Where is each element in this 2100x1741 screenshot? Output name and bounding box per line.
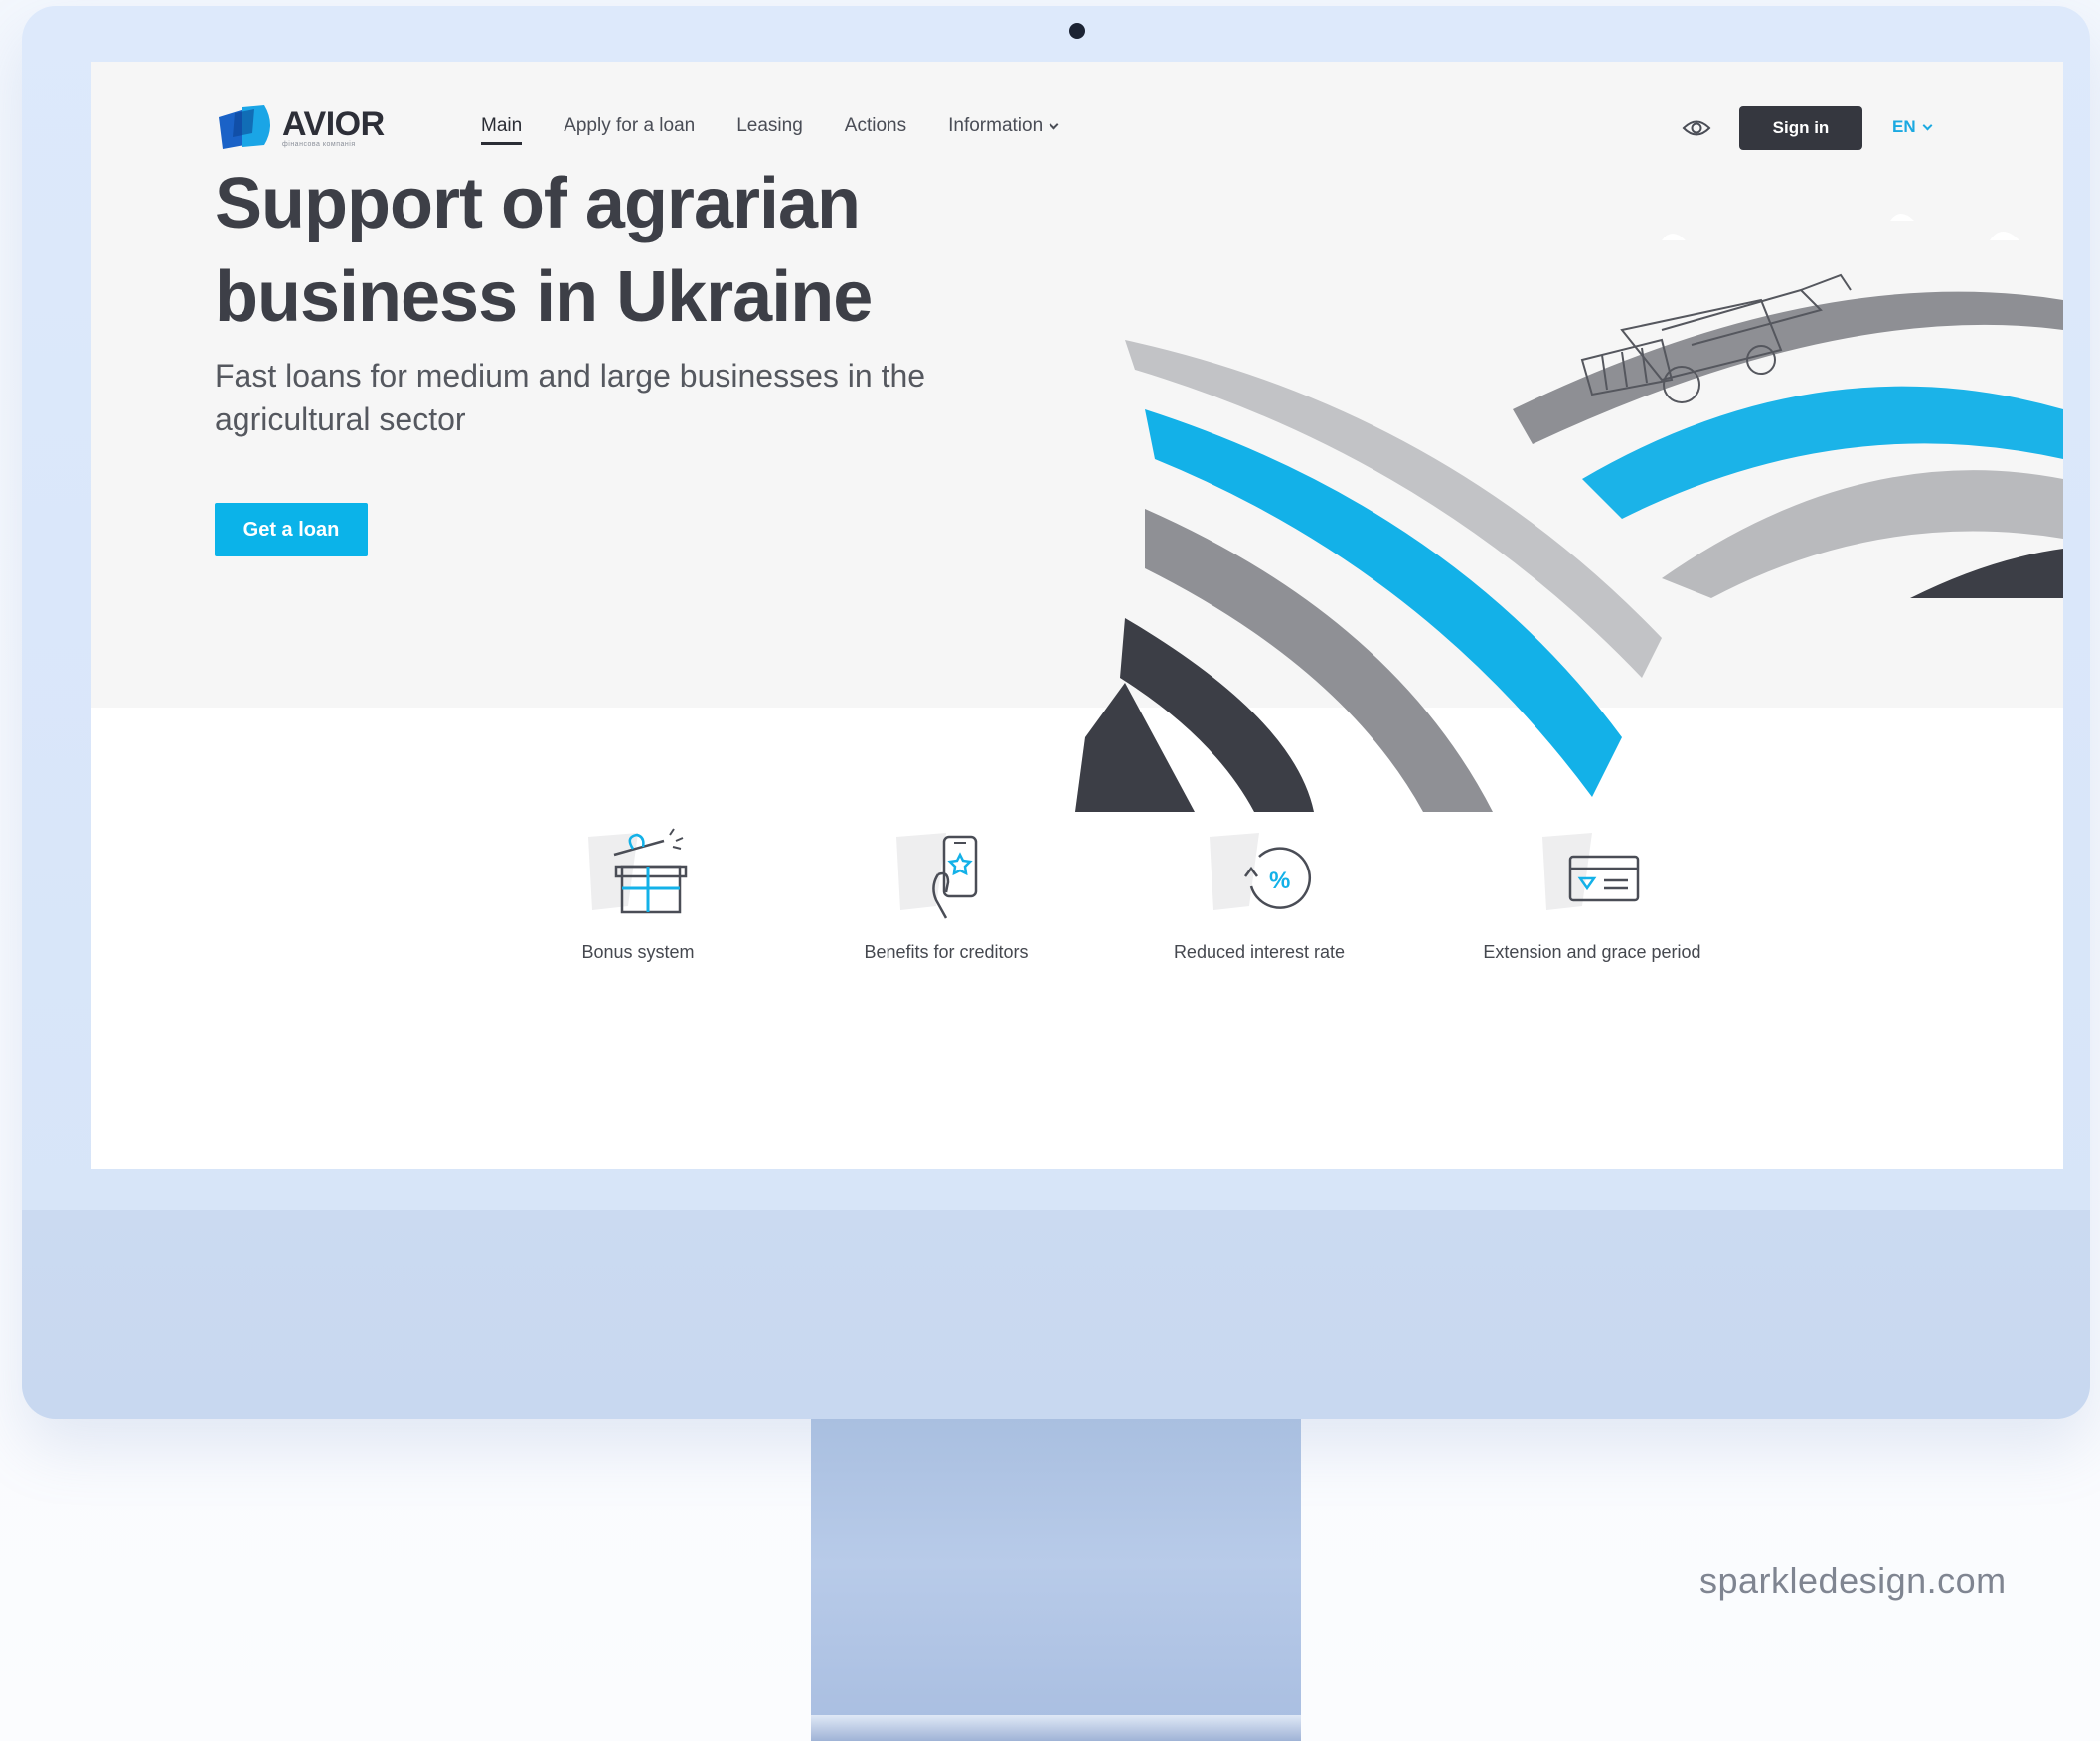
camera-dot bbox=[1069, 23, 1085, 39]
website-screen: AVIOR фінансова компанія Main Apply for … bbox=[91, 62, 2063, 1169]
monitor-stand bbox=[811, 1419, 1301, 1741]
brand-tagline: фінансова компанія bbox=[282, 140, 356, 148]
language-code: EN bbox=[1892, 117, 1916, 136]
field-illustration bbox=[1075, 214, 2063, 812]
nav-actions[interactable]: Actions bbox=[845, 115, 906, 145]
feature-reduced-interest-rate[interactable]: % Reduced interest rate bbox=[1140, 827, 1378, 964]
feature-label: Bonus system bbox=[581, 942, 695, 962]
sign-in-button[interactable]: Sign in bbox=[1739, 106, 1862, 150]
brand-name: AVIOR bbox=[282, 104, 385, 143]
feature-label: Extension and grace period bbox=[1483, 942, 1701, 962]
hero-subtitle: Fast loans for medium and large business… bbox=[215, 358, 926, 437]
feature-label: Benefits for creditors bbox=[864, 942, 1029, 962]
chevron-down-icon bbox=[1049, 119, 1059, 130]
feature-bonus-system[interactable]: Bonus system bbox=[519, 827, 757, 964]
get-loan-button[interactable]: Get a loan bbox=[215, 503, 368, 556]
svg-text:%: % bbox=[1269, 868, 1290, 894]
nav-apply-for-loan[interactable]: Apply for a loan bbox=[564, 115, 695, 145]
monitor-chin bbox=[22, 1210, 2090, 1419]
card-icon bbox=[1542, 833, 1640, 910]
percent-cycle-icon: % bbox=[1210, 833, 1312, 910]
nav-leasing[interactable]: Leasing bbox=[736, 115, 803, 145]
feature-benefits-for-creditors[interactable]: Benefits for creditors bbox=[827, 827, 1065, 964]
nav-information-label: Information bbox=[948, 115, 1044, 136]
monitor-frame: AVIOR фінансова компанія Main Apply for … bbox=[22, 6, 2090, 1419]
nav-information[interactable]: Information bbox=[948, 115, 1059, 145]
phone-hand-icon bbox=[896, 833, 978, 919]
gift-icon bbox=[588, 828, 688, 914]
nav-main[interactable]: Main bbox=[481, 115, 523, 145]
language-selector[interactable]: EN bbox=[1892, 117, 1933, 137]
feature-extension-grace-period[interactable]: Extension and grace period bbox=[1463, 827, 1721, 964]
hero-title: Support of agrarian business in Ukraine bbox=[215, 164, 873, 337]
chevron-down-icon bbox=[1922, 120, 1933, 131]
avior-logo-icon bbox=[219, 105, 270, 149]
watermark-text: sparkledesign.com bbox=[1699, 1560, 2007, 1601]
brand-logo[interactable]: AVIOR фінансова компанія bbox=[215, 103, 385, 151]
feature-label: Reduced interest rate bbox=[1173, 942, 1346, 962]
monitor-stand-foot bbox=[811, 1715, 1301, 1741]
eye-icon[interactable] bbox=[1682, 117, 1711, 139]
main-nav: Main Apply for a loan Leasing Actions In… bbox=[481, 115, 1059, 145]
